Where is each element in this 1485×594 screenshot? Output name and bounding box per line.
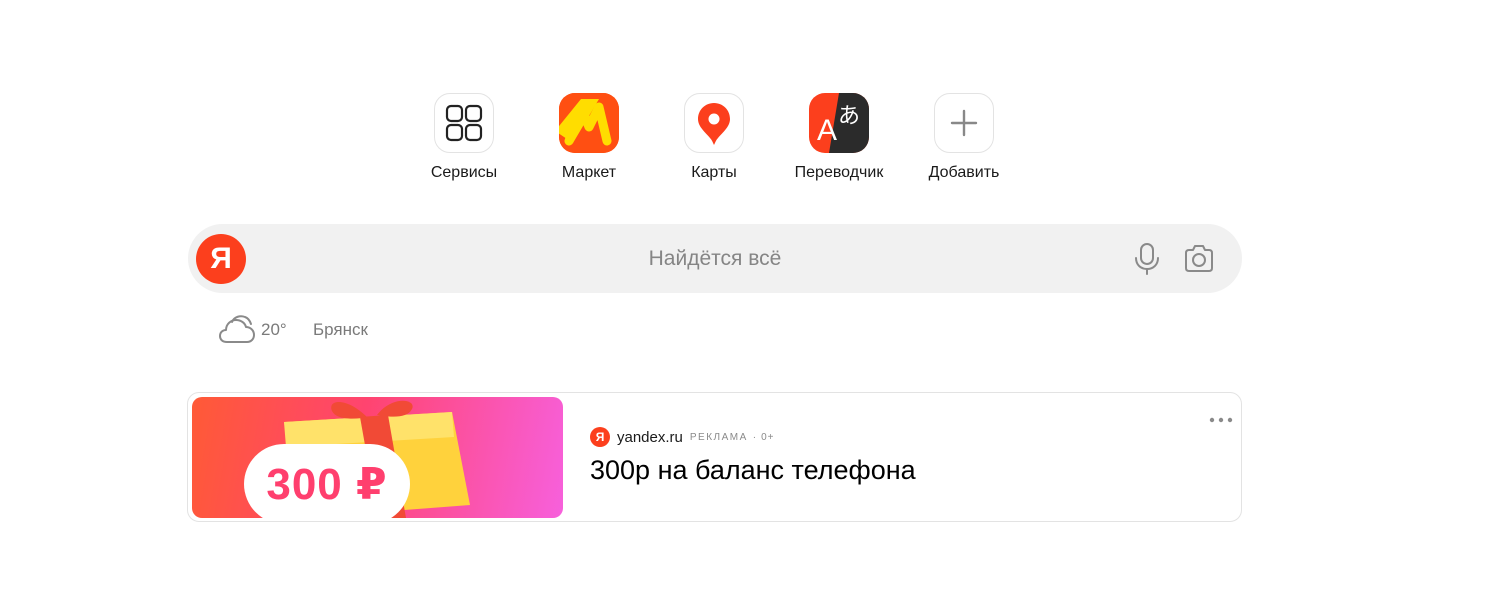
- ad-label: РЕКЛАМА: [689, 431, 748, 443]
- search-bar[interactable]: Я Найдётся всё: [188, 224, 1242, 293]
- shortcut-add[interactable]: Добавить: [901, 93, 1027, 182]
- translator-icon: A あ: [809, 93, 869, 153]
- svg-text:A: A: [817, 114, 837, 147]
- shortcut-translator[interactable]: A あ Переводчик: [776, 93, 902, 182]
- maps-pin-icon: [684, 93, 744, 153]
- shortcut-services[interactable]: Сервисы: [401, 93, 527, 182]
- new-tab-page: Сервисы Маркет Карты A あ Переводчик Доба…: [0, 0, 1485, 594]
- shortcut-label: Добавить: [928, 164, 1000, 181]
- ad-image[interactable]: 300 ₽: [192, 397, 563, 518]
- ad-title[interactable]: 300р на баланс телефона: [590, 455, 916, 486]
- weather-temperature[interactable]: 20°: [261, 320, 287, 340]
- camera-search-icon[interactable]: [1182, 242, 1216, 276]
- ad-domain[interactable]: yandex.ru: [617, 429, 683, 446]
- shortcut-label: Переводчик: [794, 164, 884, 181]
- ad-card[interactable]: 300 ₽ Я yandex.ru РЕКЛАМА · 0+ 300р на б…: [187, 392, 1242, 522]
- services-grid-icon: [434, 93, 494, 153]
- ad-source: Я yandex.ru РЕКЛАМА · 0+: [590, 427, 775, 447]
- age-rating: 0+: [761, 431, 775, 443]
- svg-text:あ: あ: [838, 104, 860, 129]
- shortcut-market[interactable]: Маркет: [526, 93, 652, 182]
- shortcut-label: Карты: [691, 164, 737, 181]
- search-input[interactable]: Найдётся всё: [188, 224, 1242, 293]
- yandex-logo-icon: Я: [590, 427, 610, 447]
- separator: ·: [752, 431, 757, 443]
- shortcut-label: Сервисы: [430, 164, 498, 181]
- more-options-icon[interactable]: [1209, 411, 1233, 423]
- shortcut-maps[interactable]: Карты: [651, 93, 777, 182]
- shortcut-label: Маркет: [561, 164, 617, 181]
- cloud-icon[interactable]: [218, 313, 256, 345]
- plus-icon: [934, 93, 994, 153]
- microphone-icon[interactable]: [1132, 242, 1162, 276]
- ad-price-badge: 300 ₽: [244, 444, 410, 518]
- weather-city[interactable]: Брянск: [313, 320, 368, 340]
- market-logo-icon: [559, 93, 619, 153]
